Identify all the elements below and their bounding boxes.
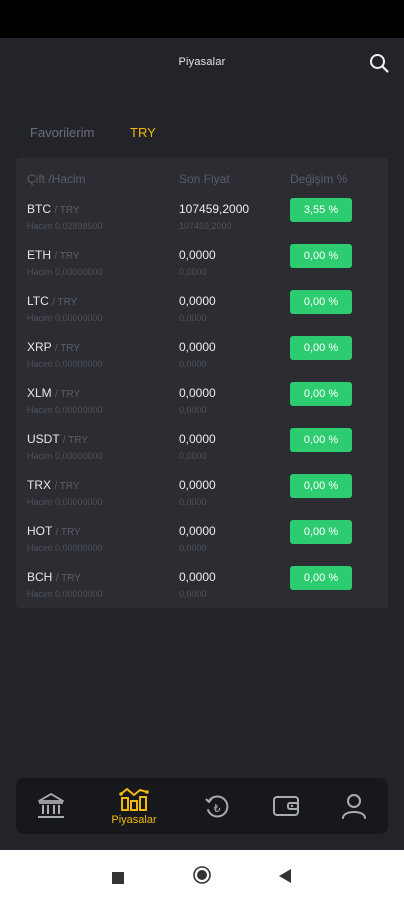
volume-text: Hacim 0,00000000: [27, 543, 103, 553]
pair-label: BTC / TRY: [27, 202, 80, 216]
square-icon: [112, 872, 124, 884]
volume-text: Hacim 0,00000000: [27, 405, 103, 415]
last-price-secondary: 0,0000: [179, 267, 207, 277]
pair-label: HOT / TRY: [27, 524, 81, 538]
system-navigation-bar: [0, 850, 404, 900]
volume-text: Hacim 0,02898500: [27, 221, 103, 231]
last-price-secondary: 0,0000: [179, 405, 207, 415]
pair-label: LTC / TRY: [27, 294, 78, 308]
user-icon: [342, 794, 366, 819]
table-row[interactable]: XRP / TRY Hacim 0,00000000 0,0000 0,0000…: [16, 336, 388, 384]
change-badge[interactable]: 0,00 %: [290, 428, 352, 452]
last-price: 0,0000: [179, 294, 216, 308]
last-price-secondary: 0,0000: [179, 313, 207, 323]
wallet-icon: [273, 796, 299, 816]
markets-icon: [119, 788, 149, 811]
page-title: Piyasalar: [178, 56, 226, 68]
last-price-secondary: 0,0000: [179, 359, 207, 369]
home-button[interactable]: [193, 866, 211, 888]
last-price: 0,0000: [179, 340, 216, 354]
pair-label: ETH / TRY: [27, 248, 80, 262]
home-circle-icon: [193, 866, 211, 884]
bank-icon: [38, 793, 64, 818]
table-row[interactable]: BTC / TRY Hacim 0,02898500 107459,2000 1…: [16, 198, 388, 246]
last-price: 107459,2000: [179, 202, 250, 216]
last-price-secondary: 0,0000: [179, 497, 207, 507]
app-header: Piyasalar: [0, 38, 404, 90]
change-badge[interactable]: 0,00 %: [290, 520, 352, 544]
bottom-navigation: Piyasalar ₺: [16, 778, 388, 834]
last-price: 0,0000: [179, 524, 216, 538]
last-price: 0,0000: [179, 570, 216, 584]
volume-text: Hacim 0,00000000: [27, 497, 103, 507]
status-bar: [0, 0, 404, 38]
change-badge[interactable]: 0,00 %: [290, 336, 352, 360]
table-row[interactable]: ETH / TRY Hacim 0,00000000 0,0000 0,0000…: [16, 244, 388, 292]
change-badge[interactable]: 0,00 %: [290, 244, 352, 268]
last-price: 0,0000: [179, 386, 216, 400]
back-button[interactable]: [279, 868, 291, 887]
pair-label: TRX / TRY: [27, 478, 80, 492]
change-badge[interactable]: 0,00 %: [290, 566, 352, 590]
nav-item-bank[interactable]: [21, 778, 81, 834]
svg-text:₺: ₺: [214, 803, 221, 815]
pair-label: XRP / TRY: [27, 340, 81, 354]
volume-text: Hacim 0,00000000: [27, 359, 103, 369]
tab-try[interactable]: TRY: [130, 125, 156, 140]
change-badge[interactable]: 3,55 %: [290, 198, 352, 222]
nav-item-history[interactable]: ₺: [187, 778, 247, 834]
table-row[interactable]: USDT / TRY Hacim 0,00000000 0,0000 0,000…: [16, 428, 388, 476]
table-row[interactable]: TRX / TRY Hacim 0,00000000 0,0000 0,0000…: [16, 474, 388, 522]
last-price-secondary: 0,0000: [179, 543, 207, 553]
last-price-secondary: 0,0000: [179, 589, 207, 599]
change-badge[interactable]: 0,00 %: [290, 474, 352, 498]
last-price: 0,0000: [179, 478, 216, 492]
pair-label: XLM / TRY: [27, 386, 81, 400]
table-row[interactable]: LTC / TRY Hacim 0,00000000 0,0000 0,0000…: [16, 290, 388, 338]
column-header-pair[interactable]: Çift /Hacim: [27, 172, 86, 186]
column-header-price[interactable]: Son Fiyat: [179, 172, 230, 186]
recent-apps-button[interactable]: [112, 869, 124, 888]
history-icon: ₺: [205, 795, 229, 818]
table-row[interactable]: HOT / TRY Hacim 0,00000000 0,0000 0,0000…: [16, 520, 388, 568]
last-price-secondary: 0,0000: [179, 451, 207, 461]
volume-text: Hacim 0,00000000: [27, 313, 103, 323]
change-badge[interactable]: 0,00 %: [290, 290, 352, 314]
nav-label-markets: Piyasalar: [111, 814, 157, 826]
pair-label: USDT / TRY: [27, 432, 88, 446]
nav-item-wallet[interactable]: [256, 778, 316, 834]
search-icon[interactable]: [368, 52, 390, 74]
nav-item-markets[interactable]: Piyasalar: [104, 778, 164, 834]
change-badge[interactable]: 0,00 %: [290, 382, 352, 406]
tab-favorites[interactable]: Favorilerim: [30, 125, 94, 140]
nav-item-profile[interactable]: [324, 778, 384, 834]
table-row[interactable]: BCH / TRY Hacim 0,00000000 0,0000 0,0000…: [16, 566, 388, 614]
last-price-secondary: 107459,2000: [179, 221, 232, 231]
last-price: 0,0000: [179, 432, 216, 446]
table-row[interactable]: XLM / TRY Hacim 0,00000000 0,0000 0,0000…: [16, 382, 388, 430]
column-header-change[interactable]: Değişim %: [290, 172, 347, 186]
last-price: 0,0000: [179, 248, 216, 262]
volume-text: Hacim 0,00000000: [27, 267, 103, 277]
volume-text: Hacim 0,00000000: [27, 589, 103, 599]
volume-text: Hacim 0,00000000: [27, 451, 103, 461]
pair-label: BCH / TRY: [27, 570, 81, 584]
back-triangle-icon: [279, 869, 291, 883]
